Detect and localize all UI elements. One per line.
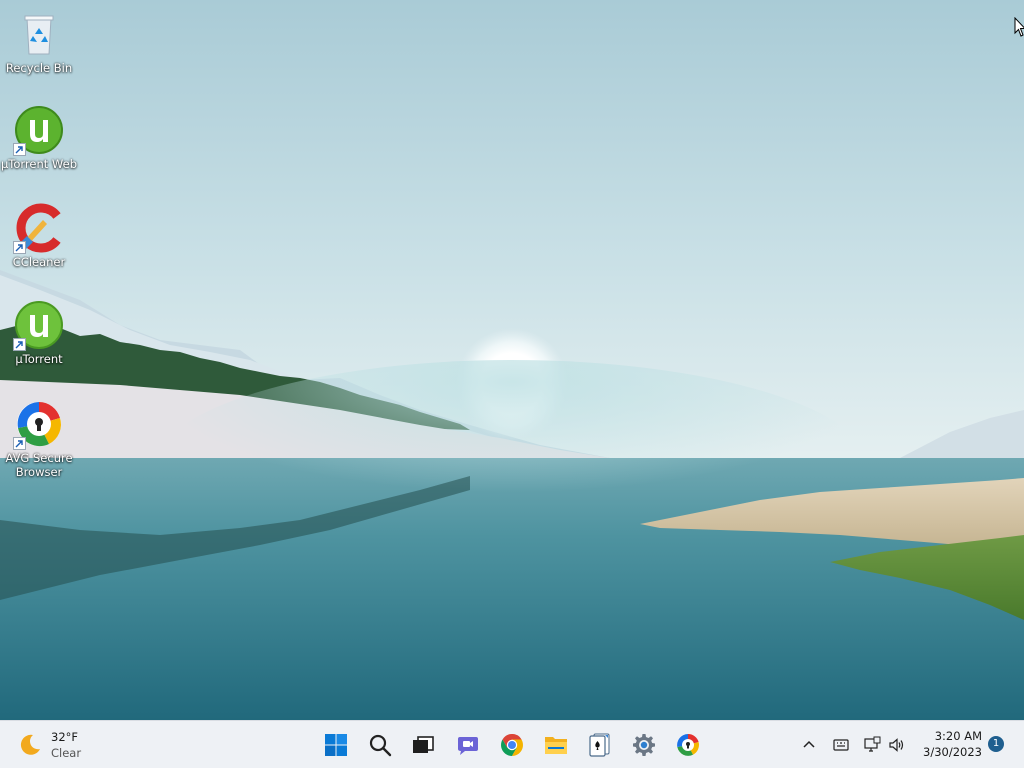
search-icon [369,734,392,757]
taskbar: 32°F Clear 3:20 AM 3/30/2023 1 [0,720,1024,768]
chat-icon [458,737,478,755]
mouse-cursor-icon [1014,17,1024,37]
moon-icon [20,734,40,755]
desktop-icon-label: µTorrent [15,352,63,366]
avg-browser-button[interactable] [668,725,708,765]
utorrent-web-icon [13,104,65,156]
chrome-button[interactable] [492,725,532,765]
shortcut-arrow-icon [13,338,26,351]
notification-badge[interactable]: 1 [988,736,1004,752]
weather-widget[interactable]: 32°F Clear [14,727,104,763]
file-explorer-icon [545,737,567,754]
solitaire-button[interactable] [580,725,620,765]
weather-condition: Clear [51,746,82,760]
touch-keyboard-button[interactable] [828,731,854,759]
desktop: Recycle Bin µTorrent Web CCleaner µTorre… [0,0,1024,720]
desktop-icon-utorrent-web[interactable]: µTorrent Web [0,104,78,171]
avg-secure-browser-icon [13,398,65,450]
desktop-icon-label: µTorrent Web [0,157,78,171]
desktop-icon-label: CCleaner [12,255,66,269]
task-view-button[interactable] [403,725,443,765]
desktop-icon-recycle-bin[interactable]: Recycle Bin [0,8,78,75]
recycle-bin-icon [13,8,65,60]
chevron-up-icon [803,740,815,748]
chat-button[interactable] [448,725,488,765]
network-icon [864,736,881,752]
avg-browser-icon [677,734,699,756]
task-view-icon [413,736,434,753]
network-button[interactable] [859,731,885,759]
settings-gear-icon [633,734,655,756]
utorrent-icon [13,299,65,351]
chrome-icon [501,734,523,756]
show-hidden-icons-button[interactable] [796,731,822,759]
settings-button[interactable] [624,725,664,765]
shortcut-arrow-icon [13,437,26,450]
weather-temperature: 32°F [51,730,78,744]
start-button[interactable] [316,725,356,765]
clock-date: 3/30/2023 [923,745,982,759]
volume-button[interactable] [884,731,910,759]
windows-start-icon [325,734,347,756]
ccleaner-icon [13,202,65,254]
desktop-icon-avg-secure-browser[interactable]: AVG Secure Browser [0,398,78,479]
desktop-icon-label-line1: AVG Secure [5,451,73,465]
search-button[interactable] [360,725,400,765]
clock-button[interactable]: 3:20 AM 3/30/2023 [912,728,982,760]
touch-keyboard-icon [833,739,849,751]
desktop-icon-ccleaner[interactable]: CCleaner [0,202,78,269]
desktop-icon-utorrent[interactable]: µTorrent [0,299,78,366]
volume-icon [889,738,904,752]
desktop-icon-label: Recycle Bin [5,61,73,75]
desktop-icon-label-line2: Browser [15,465,63,479]
solitaire-icon [589,733,610,757]
shortcut-arrow-icon [13,143,26,156]
file-explorer-button[interactable] [536,725,576,765]
clock-time: 3:20 AM [934,729,982,743]
shortcut-arrow-icon [13,241,26,254]
